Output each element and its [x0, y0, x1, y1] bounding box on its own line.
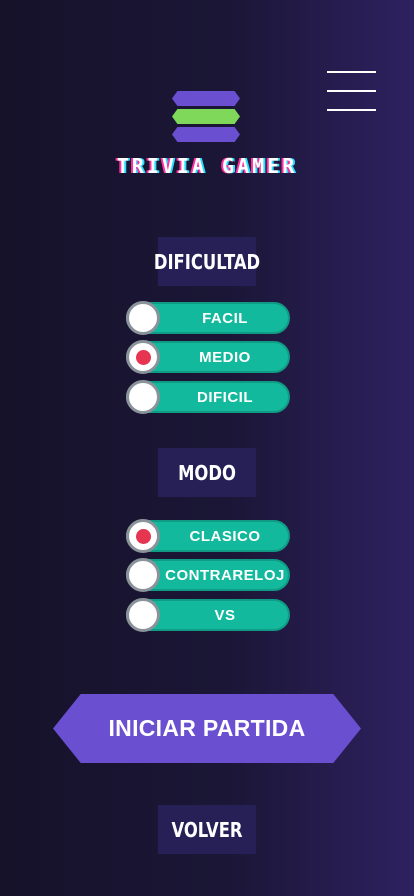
- option-label: FACIL: [202, 309, 248, 327]
- difficulty-heading: DIFICULTAD: [154, 237, 260, 286]
- start-game-button[interactable]: INICIAR PARTIDA: [53, 694, 361, 763]
- difficulty-option-facil[interactable]: FACIL: [126, 301, 290, 335]
- back-button-label: VOLVER: [171, 817, 243, 842]
- radio-button[interactable]: [126, 380, 160, 414]
- app-logo-icon: [170, 91, 242, 143]
- radio-button[interactable]: [126, 301, 160, 335]
- option-label: CLASICO: [189, 527, 261, 545]
- radio-dot: [135, 528, 151, 544]
- mode-heading-text: MODO: [178, 460, 236, 485]
- difficulty-option-dificil[interactable]: DIFICIL: [126, 380, 290, 414]
- option-label: VS: [214, 606, 236, 624]
- radio-button[interactable]: [126, 340, 160, 374]
- mode-option-clasico[interactable]: CLASICO: [126, 519, 290, 553]
- option-label: DIFICIL: [197, 388, 253, 406]
- difficulty-heading-text: DIFICULTAD: [153, 249, 261, 274]
- option-label: MEDIO: [199, 348, 251, 366]
- mode-heading: MODO: [157, 448, 257, 497]
- radio-dot: [135, 349, 151, 365]
- option-label: CONTRARELOJ: [165, 566, 285, 584]
- logo-bar-bottom: [172, 127, 240, 142]
- logo-bar-top: [172, 91, 240, 106]
- menu-line: [327, 90, 376, 92]
- mode-option-vs[interactable]: VS: [126, 598, 290, 632]
- radio-button[interactable]: [126, 519, 160, 553]
- logo-bar-middle: [172, 109, 240, 124]
- radio-button[interactable]: [126, 558, 160, 592]
- hamburger-menu-icon[interactable]: [327, 70, 376, 112]
- app-title: TRIVIA GAMER: [116, 154, 298, 178]
- difficulty-option-medio[interactable]: MEDIO: [126, 340, 290, 374]
- menu-line: [327, 71, 376, 73]
- back-button[interactable]: VOLVER: [157, 805, 257, 854]
- mode-option-contrareloj[interactable]: CONTRARELOJ: [126, 558, 290, 592]
- radio-button[interactable]: [126, 598, 160, 632]
- menu-line: [327, 109, 376, 111]
